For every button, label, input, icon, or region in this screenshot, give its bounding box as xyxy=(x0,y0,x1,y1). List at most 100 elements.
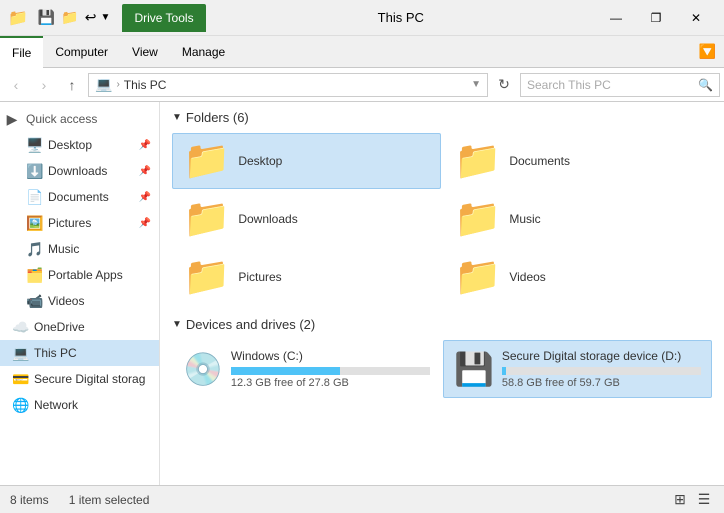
pictures-icon: 🖼️ xyxy=(26,215,42,232)
drive-item-c[interactable]: 💿 Windows (C:) 12.3 GB free of 27.8 GB xyxy=(172,340,441,398)
sidebar-item-downloads[interactable]: ⬇️ Downloads 📌 xyxy=(0,158,159,184)
sidebar-item-desktop[interactable]: 🖥️ Desktop 📌 xyxy=(0,132,159,158)
drive-item-d[interactable]: 💾 Secure Digital storage device (D:) 58.… xyxy=(443,340,712,398)
folders-grid: 📁 Desktop 📁 Documents 📁 Downloads 📁 Musi… xyxy=(172,133,712,305)
pin-icon3: 📌 xyxy=(139,192,151,203)
folder-downloads-icon: 📁 xyxy=(183,200,230,238)
tab-manage[interactable]: Manage xyxy=(170,36,237,68)
drive-d-name: Secure Digital storage device (D:) xyxy=(502,349,701,363)
folder-item-pictures[interactable]: 📁 Pictures xyxy=(172,249,441,305)
folder-music-name: Music xyxy=(509,212,540,226)
search-box[interactable]: Search This PC 🔍 xyxy=(520,73,720,97)
folder-videos-icon: 📁 xyxy=(454,258,501,296)
this-pc-icon: 💻 xyxy=(12,345,28,362)
drive-c-bar-fill xyxy=(231,367,341,375)
tab-file[interactable]: File xyxy=(0,36,43,68)
help-icon[interactable]: 🔽 xyxy=(691,37,724,66)
maximize-button[interactable]: ❐ xyxy=(636,4,676,32)
drive-d-info: Secure Digital storage device (D:) 58.8 … xyxy=(502,349,701,389)
up-button[interactable]: ↑ xyxy=(60,73,84,97)
secure-digital-icon: 💳 xyxy=(12,371,28,388)
window-title: This PC xyxy=(206,10,596,25)
forward-button[interactable]: › xyxy=(32,73,56,97)
sidebar: ▶ Quick access 🖥️ Desktop 📌 ⬇️ Downloads… xyxy=(0,102,160,485)
quick-access-arrow-icon: ▶ xyxy=(4,111,20,128)
pin-icon: 📌 xyxy=(139,140,151,151)
drive-d-icon: 💾 xyxy=(454,353,494,385)
undo-icon[interactable]: ↩ xyxy=(83,7,99,28)
folders-collapse-arrow: ▼ xyxy=(172,112,182,123)
sidebar-onedrive-label: OneDrive xyxy=(34,320,85,334)
pin-icon2: 📌 xyxy=(139,166,151,177)
sidebar-item-portable-apps[interactable]: 🗂️ Portable Apps xyxy=(0,262,159,288)
sidebar-network-label: Network xyxy=(34,398,78,412)
folder-item-downloads[interactable]: 📁 Downloads xyxy=(172,191,441,247)
sidebar-item-network[interactable]: 🌐 Network xyxy=(0,392,159,418)
folder-item-documents[interactable]: 📁 Documents xyxy=(443,133,712,189)
drives-section-title[interactable]: ▼ Devices and drives (2) xyxy=(172,317,712,332)
sidebar-item-quick-access[interactable]: ▶ Quick access xyxy=(0,106,159,132)
desktop-icon: 🖥️ xyxy=(26,137,42,154)
sidebar-pictures-label: Pictures xyxy=(48,216,91,230)
drives-collapse-arrow: ▼ xyxy=(172,319,182,330)
sidebar-portable-apps-label: Portable Apps xyxy=(48,268,123,282)
toolbar-dropdown[interactable]: ▼ xyxy=(101,12,111,23)
sidebar-item-music[interactable]: 🎵 Music xyxy=(0,236,159,262)
drive-c-info: Windows (C:) 12.3 GB free of 27.8 GB xyxy=(231,349,430,389)
path-current: This PC xyxy=(124,78,167,92)
folder-item-music[interactable]: 📁 Music xyxy=(443,191,712,247)
drive-c-name: Windows (C:) xyxy=(231,349,430,363)
folders-section-title[interactable]: ▼ Folders (6) xyxy=(172,110,712,125)
sidebar-item-onedrive[interactable]: ☁️ OneDrive xyxy=(0,314,159,340)
folder-pictures-icon: 📁 xyxy=(183,258,230,296)
drive-d-free: 58.8 GB free of 59.7 GB xyxy=(502,377,701,389)
videos-icon: 📹 xyxy=(26,293,42,310)
tab-computer[interactable]: Computer xyxy=(43,36,120,68)
title-bar-left: 📁 💾 📁 ↩ ▼ Drive Tools xyxy=(8,4,206,32)
folder-downloads-name: Downloads xyxy=(238,212,297,226)
sidebar-music-label: Music xyxy=(48,242,79,256)
folder-item-desktop[interactable]: 📁 Desktop xyxy=(172,133,441,189)
address-path[interactable]: 💻 › This PC ▼ xyxy=(88,73,488,97)
minimize-button[interactable]: — xyxy=(596,4,636,32)
quick-access-label: Quick access xyxy=(26,112,97,126)
folders-section-label: Folders (6) xyxy=(186,110,249,125)
path-dropdown[interactable]: ▼ xyxy=(471,79,481,90)
back-button[interactable]: ‹ xyxy=(4,73,28,97)
item-count: 8 items xyxy=(10,493,49,507)
drive-c-bar-bg xyxy=(231,367,430,375)
sidebar-item-videos[interactable]: 📹 Videos xyxy=(0,288,159,314)
folder-videos-name: Videos xyxy=(509,270,545,284)
sidebar-item-pictures[interactable]: 🖼️ Pictures 📌 xyxy=(0,210,159,236)
tab-view[interactable]: View xyxy=(120,36,170,68)
window-controls: — ❐ ✕ xyxy=(596,4,716,32)
save-icon[interactable]: 💾 xyxy=(36,7,57,28)
details-view-button[interactable]: ☰ xyxy=(694,490,714,510)
address-bar: ‹ › ↑ 💻 › This PC ▼ ↻ Search This PC 🔍 xyxy=(0,68,724,102)
sidebar-item-secure-digital[interactable]: 💳 Secure Digital storag xyxy=(0,366,159,392)
computer-icon: 💻 xyxy=(95,76,112,93)
drive-tools-tab[interactable]: Drive Tools xyxy=(122,4,205,32)
refresh-button[interactable]: ↻ xyxy=(492,73,516,97)
path-separator: › xyxy=(116,79,119,90)
new-folder-icon[interactable]: 📁 xyxy=(59,7,80,28)
large-icons-view-button[interactable]: ⊞ xyxy=(670,490,690,510)
folder-desktop-name: Desktop xyxy=(238,154,282,168)
drive-c-icon: 💿 xyxy=(183,353,223,385)
quick-access-toolbar: 💾 📁 ↩ ▼ xyxy=(36,7,111,28)
folder-music-icon: 📁 xyxy=(454,200,501,238)
content-area: ▼ Folders (6) 📁 Desktop 📁 Documents 📁 Do… xyxy=(160,102,724,485)
main-area: ▶ Quick access 🖥️ Desktop 📌 ⬇️ Downloads… xyxy=(0,102,724,485)
search-icon[interactable]: 🔍 xyxy=(698,78,713,92)
close-button[interactable]: ✕ xyxy=(676,4,716,32)
sidebar-documents-label: Documents xyxy=(48,190,109,204)
view-controls: ⊞ ☰ xyxy=(670,490,714,510)
onedrive-icon: ☁️ xyxy=(12,319,28,336)
folder-item-videos[interactable]: 📁 Videos xyxy=(443,249,712,305)
sidebar-item-documents[interactable]: 📄 Documents 📌 xyxy=(0,184,159,210)
drive-d-bar-bg xyxy=(502,367,701,375)
network-icon: 🌐 xyxy=(12,397,28,414)
status-bar: 8 items 1 item selected ⊞ ☰ xyxy=(0,485,724,513)
folder-desktop-icon: 📁 xyxy=(183,142,230,180)
sidebar-item-this-pc[interactable]: 💻 This PC xyxy=(0,340,159,366)
